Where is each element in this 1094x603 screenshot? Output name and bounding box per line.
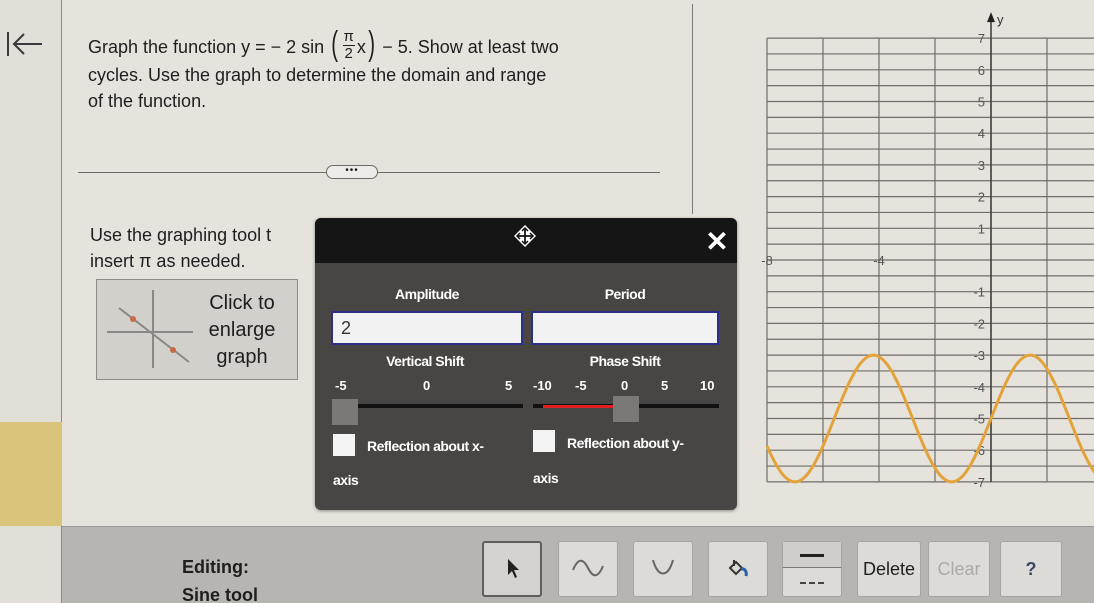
reflect-x-label: Reflection about x- — [367, 438, 484, 454]
fraction: π2 — [342, 27, 355, 62]
enlarge-graph-button[interactable]: Click to enlarge graph — [96, 279, 298, 380]
question-part1: Graph the function y = − 2 sin — [88, 37, 325, 57]
amplitude-input[interactable] — [331, 311, 523, 345]
editing-status: Editing: Sine tool — [182, 553, 258, 603]
instruction-text: Use the graphing tool t insert π as need… — [90, 222, 330, 274]
phase-shift-label: Phase Shift — [589, 353, 661, 369]
frac-num: π — [342, 27, 355, 46]
vertical-shift-thumb[interactable] — [332, 399, 358, 425]
phase-shift-thumb[interactable] — [613, 396, 639, 422]
question-part2: − 5. Show at least two — [382, 37, 559, 57]
dashed-line-option[interactable] — [783, 568, 841, 596]
coordinate-graph[interactable]: y7654321-1-2-3-4-5-6-7-8 -4 — [702, 0, 1094, 525]
enlarge-line2: enlarge — [208, 319, 276, 341]
y-tick-label: -2 — [973, 316, 985, 331]
reflect-y-label: Reflection about y- — [567, 435, 684, 451]
y-tick-label: -7 — [973, 475, 985, 490]
phase-shift-fill — [543, 405, 613, 408]
y-tick-label: -5 — [973, 412, 985, 427]
vertical-shift-slider[interactable] — [357, 404, 523, 408]
y-axis-label: y — [997, 12, 1004, 27]
pointer-icon — [508, 559, 519, 578]
y-tick-label: 7 — [978, 31, 985, 46]
x-tick-label: -4 — [873, 253, 885, 268]
sine-wave-icon — [572, 559, 604, 577]
left-rail — [0, 0, 62, 603]
y-tick-label: 3 — [978, 158, 985, 173]
enlarge-label: Click to enlarge graph — [197, 290, 287, 371]
line-style-toggle[interactable] — [782, 541, 842, 597]
vshift-tick-label: -5 — [335, 378, 347, 393]
fill-tool-button[interactable] — [708, 541, 768, 597]
reflect-x-checkbox[interactable] — [333, 434, 355, 456]
question-text: Graph the function y = − 2 sin (π 2 x) − 5… — [88, 27, 668, 114]
frac-den: 2 — [344, 44, 353, 62]
y-tick-label: 4 — [978, 126, 985, 141]
back-button[interactable] — [4, 26, 44, 62]
paren-open: ( — [331, 25, 339, 64]
y-tick-label: 1 — [978, 221, 985, 236]
vshift-tick-label: 5 — [505, 378, 513, 393]
solid-line-icon — [800, 554, 824, 557]
instruction-line1: Use the graphing tool t — [90, 225, 272, 245]
close-icon[interactable]: ✕ — [705, 228, 729, 256]
y-tick-label: -4 — [973, 380, 985, 395]
sine-tool-button[interactable] — [558, 541, 618, 597]
pshift-tick-label: -10 — [533, 378, 552, 393]
delete-button[interactable]: Delete — [857, 541, 921, 597]
graph-thumbnail-icon — [107, 290, 193, 368]
back-arrow-icon — [7, 32, 42, 56]
amplitude-label: Amplitude — [395, 286, 459, 302]
more-button[interactable]: ••• — [326, 165, 378, 179]
v-shape-icon — [652, 559, 674, 575]
pshift-tick-label: 10 — [700, 378, 715, 393]
vshift-tick-label: 0 — [423, 378, 431, 393]
solid-line-option[interactable] — [783, 542, 841, 568]
dashed-line-icon — [800, 582, 824, 584]
x-tick-label: -8 — [761, 253, 773, 268]
vertical-shift-label: Vertical Shift — [386, 353, 464, 369]
help-button[interactable]: ? — [1000, 541, 1062, 597]
absolute-value-tool-button[interactable] — [633, 541, 693, 597]
question-part4: of the function. — [88, 90, 207, 111]
graph-toolbar: Editing: Sine tool Delete Clear ? — [62, 526, 1094, 603]
panel-header[interactable]: ✕ — [315, 218, 737, 263]
y-tick-label: 2 — [978, 190, 985, 205]
clear-button[interactable]: Clear — [928, 541, 990, 597]
sine-tool-panel: ✕ Amplitude Period Vertical Shift Phase … — [315, 218, 737, 510]
reflect-y-checkbox[interactable] — [533, 430, 555, 452]
pshift-tick-label: 0 — [621, 378, 629, 393]
paren-close: ) — [368, 25, 375, 64]
question-part3: cycles. Use the graph to determine the d… — [88, 64, 547, 85]
period-input[interactable] — [531, 311, 719, 345]
y-axis-arrow-icon — [987, 12, 995, 23]
pane-divider[interactable] — [692, 4, 693, 214]
pshift-tick-label: 5 — [661, 378, 669, 393]
y-tick-label: 6 — [978, 63, 985, 78]
graph-area[interactable]: y 7 6 5 4 3 2 1 -1 -2 -3 -4 -5 -6 -7 -8 -4 — [702, 0, 1094, 525]
move-icon[interactable] — [513, 224, 537, 248]
editing-label: Editing: — [182, 557, 249, 577]
paint-bucket-icon — [728, 560, 748, 577]
instruction-line2: insert π as needed. — [90, 251, 246, 271]
current-tool-name: Sine tool — [182, 585, 258, 603]
y-tick-label: -1 — [973, 285, 985, 300]
pshift-tick-label: -5 — [575, 378, 587, 393]
select-tool-button[interactable] — [482, 541, 542, 597]
y-tick-label: 5 — [978, 95, 985, 110]
y-tick-label: -3 — [973, 348, 985, 363]
reflect-x-label-2: axis — [333, 472, 359, 488]
rail-highlight — [0, 422, 62, 526]
frac-var: x — [356, 37, 366, 57]
enlarge-line3: graph — [216, 346, 268, 368]
reflect-y-label-2: axis — [533, 470, 559, 486]
enlarge-line1: Click to — [209, 292, 275, 314]
period-label: Period — [604, 286, 646, 302]
